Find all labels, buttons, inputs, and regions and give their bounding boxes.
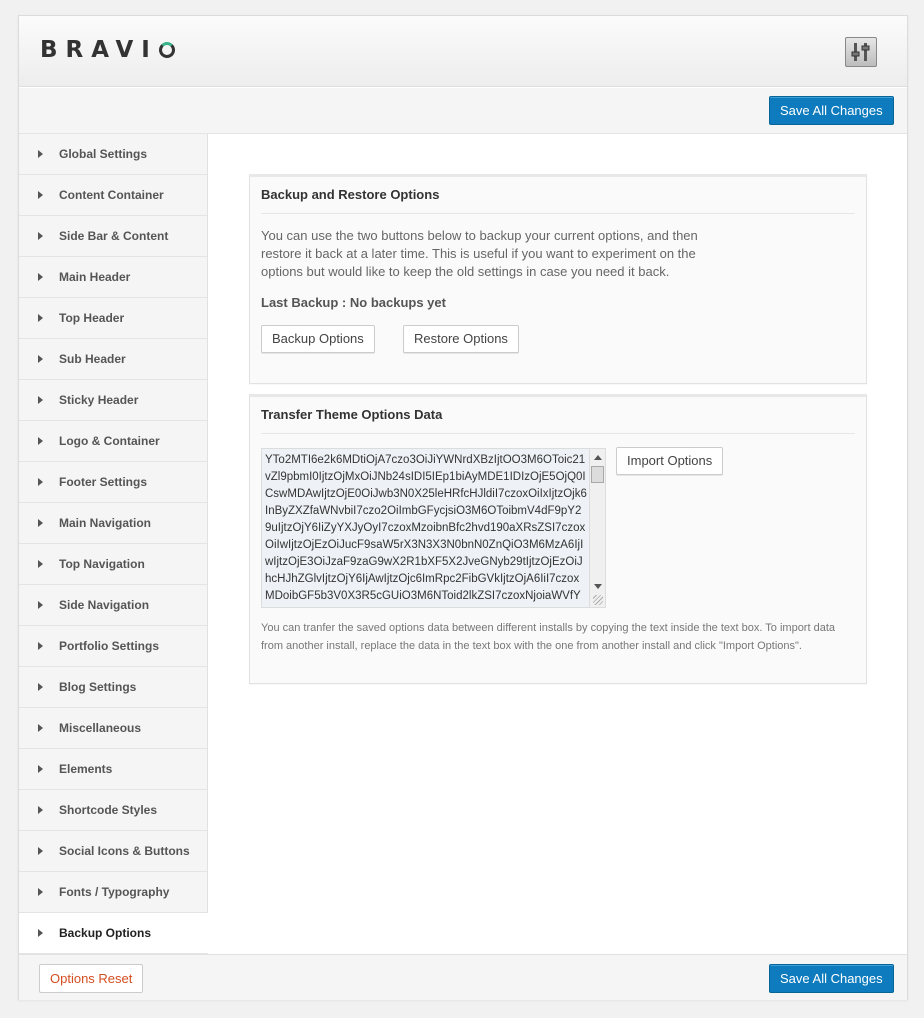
sliders-icon[interactable] xyxy=(845,37,877,67)
transfer-description: You can tranfer the saved options data b… xyxy=(261,622,835,652)
sidebar-item-label: Content Container xyxy=(59,188,164,202)
caret-right-icon xyxy=(38,765,43,773)
caret-right-icon xyxy=(38,355,43,363)
sidebar-item-label: Miscellaneous xyxy=(59,721,142,735)
caret-right-icon xyxy=(38,396,43,404)
sidebar-item[interactable]: Elements xyxy=(19,749,207,790)
resize-grip-icon[interactable] xyxy=(593,595,603,605)
sidebar-item[interactable]: Sticky Header xyxy=(19,380,207,421)
logo: BRAVI xyxy=(40,37,175,63)
sidebar-item[interactable]: Fonts / Typography xyxy=(19,872,207,913)
scroll-up-arrow-icon[interactable] xyxy=(594,455,602,460)
sidebar-item[interactable]: Global Settings xyxy=(19,134,207,175)
sidebar-item-label: Top Header xyxy=(59,311,125,325)
caret-right-icon xyxy=(38,601,43,609)
caret-right-icon xyxy=(38,683,43,691)
sidebar-item-label: Global Settings xyxy=(59,147,148,161)
caret-right-icon xyxy=(38,929,43,937)
save-all-changes-button[interactable]: Save All Changes xyxy=(769,96,894,125)
save-all-changes-button-footer[interactable]: Save All Changes xyxy=(769,964,894,993)
sidebar-item[interactable]: Backup Options xyxy=(19,913,208,954)
caret-right-icon xyxy=(38,847,43,855)
caret-right-icon xyxy=(38,273,43,281)
sidebar-item-label: Sub Header xyxy=(59,352,126,366)
sidebar-item-label: Elements xyxy=(59,762,113,776)
sidebar-item[interactable]: Sub Header xyxy=(19,339,207,380)
sidebar-item[interactable]: Side Navigation xyxy=(19,585,207,626)
header: BRAVI xyxy=(19,16,907,87)
sidebar-item[interactable]: Shortcode Styles xyxy=(19,790,207,831)
sidebar-item[interactable]: Blog Settings xyxy=(19,667,207,708)
sidebar-item[interactable]: Social Icons & Buttons xyxy=(19,831,207,872)
sidebar-item[interactable]: Content Container xyxy=(19,175,207,216)
backup-options-button[interactable]: Backup Options xyxy=(261,325,375,353)
sidebar-item[interactable]: Logo & Container xyxy=(19,421,207,462)
sidebar-item-label: Logo & Container xyxy=(59,434,160,448)
caret-right-icon xyxy=(38,191,43,199)
import-options-button[interactable]: Import Options xyxy=(616,447,724,475)
transfer-panel-title: Transfer Theme Options Data xyxy=(261,407,855,434)
sidebar-item-label: Footer Settings xyxy=(59,475,148,489)
last-backup-label: Last Backup : xyxy=(261,295,347,310)
sidebar-item[interactable]: Main Navigation xyxy=(19,503,207,544)
sidebar-item-label: Blog Settings xyxy=(59,680,137,694)
backup-restore-panel: Backup and Restore Options You can use t… xyxy=(249,174,867,384)
logo-text: BRAVI xyxy=(40,37,158,63)
sidebar-item[interactable]: Top Navigation xyxy=(19,544,207,585)
sidebar-item-label: Portfolio Settings xyxy=(59,639,159,653)
options-data-text: YTo2MTI6e2k6MDtiOjA7czo3OiJiYWNrdXBzIjtO… xyxy=(265,454,587,602)
backup-panel-title: Backup and Restore Options xyxy=(261,187,855,214)
last-backup-value: No backups yet xyxy=(349,295,446,310)
caret-right-icon xyxy=(38,519,43,527)
last-backup: Last Backup : No backups yet xyxy=(261,295,446,310)
sidebar-item-label: Shortcode Styles xyxy=(59,803,158,817)
caret-right-icon xyxy=(38,560,43,568)
sidebar-item[interactable]: Side Bar & Content xyxy=(19,216,207,257)
caret-right-icon xyxy=(38,478,43,486)
transfer-panel: Transfer Theme Options Data YTo2MTI6e2k6… xyxy=(249,394,867,684)
caret-right-icon xyxy=(38,232,43,240)
sidebar-item-label: Social Icons & Buttons xyxy=(59,844,190,858)
caret-right-icon xyxy=(38,642,43,650)
options-panel: BRAVI Save All Changes Global Settings Co… xyxy=(18,15,908,1000)
sidebar-item-label: Main Header xyxy=(59,270,131,284)
backup-description: You can use the two buttons below to bac… xyxy=(261,228,698,279)
options-reset-button[interactable]: Options Reset xyxy=(39,964,144,993)
sidebar-item-label: Main Navigation xyxy=(59,516,152,530)
options-data-textarea[interactable]: YTo2MTI6e2k6MDtiOjA7czo3OiJiYWNrdXBzIjtO… xyxy=(261,448,606,608)
caret-right-icon xyxy=(38,314,43,322)
caret-right-icon xyxy=(38,888,43,896)
caret-right-icon xyxy=(38,724,43,732)
footer-toolbar: Options Reset Save All Changes xyxy=(19,954,907,1000)
caret-right-icon xyxy=(38,437,43,445)
sidebar-item-label: Backup Options xyxy=(59,926,152,940)
logo-ring-icon xyxy=(158,42,175,58)
sidebar-item[interactable]: Portfolio Settings xyxy=(19,626,207,667)
sidebar-item-label: Side Navigation xyxy=(59,598,150,612)
textarea-scrollbar[interactable] xyxy=(589,449,605,607)
sidebar-item-label: Fonts / Typography xyxy=(59,885,170,899)
sidebar-item[interactable]: Footer Settings xyxy=(19,462,207,503)
scroll-down-arrow-icon[interactable] xyxy=(594,584,602,589)
sidebar: Global Settings Content Container Side Bar… xyxy=(19,134,208,954)
top-toolbar: Save All Changes xyxy=(19,88,907,134)
scroll-thumb[interactable] xyxy=(591,466,604,483)
sidebar-item-label: Top Navigation xyxy=(59,557,145,571)
restore-options-button[interactable]: Restore Options xyxy=(403,325,519,353)
sidebar-item[interactable]: Main Header xyxy=(19,257,207,298)
sidebar-item[interactable]: Top Header xyxy=(19,298,207,339)
sidebar-item[interactable]: Miscellaneous xyxy=(19,708,207,749)
caret-right-icon xyxy=(38,806,43,814)
caret-right-icon xyxy=(38,150,43,158)
sidebar-item-label: Sticky Header xyxy=(59,393,139,407)
sidebar-item-label: Side Bar & Content xyxy=(59,229,169,243)
